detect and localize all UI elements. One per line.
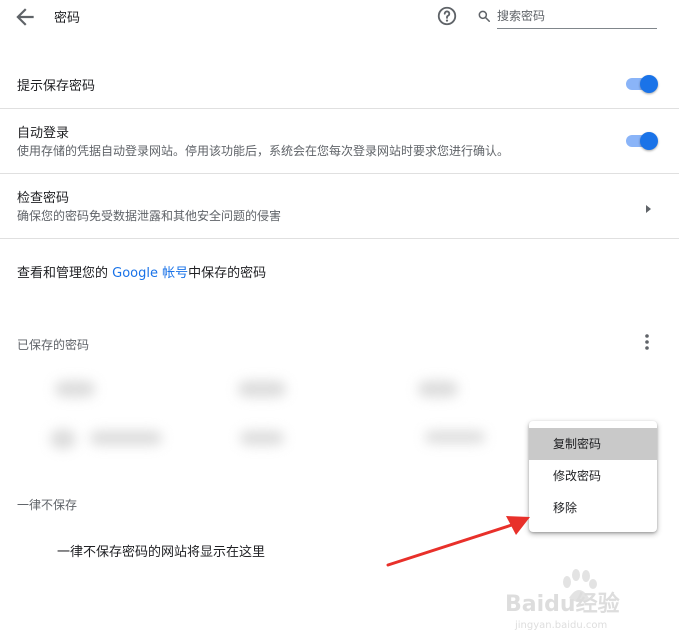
auto-signin-description: 使用存储的凭据自动登录网站。停用该功能后，系统会在您每次登录网站时要求您进行确认… bbox=[17, 144, 510, 158]
menu-item-edit-password[interactable]: 修改密码 bbox=[529, 460, 657, 492]
watermark-url: jingyan.baidu.com bbox=[515, 620, 608, 631]
help-icon[interactable] bbox=[436, 5, 458, 27]
check-passwords-label: 检查密码 bbox=[17, 191, 70, 206]
page-title: 密码 bbox=[54, 11, 81, 26]
check-passwords-row[interactable]: 检查密码 确保您的密码免受数据泄露和其他安全问题的侵害 bbox=[0, 173, 679, 239]
check-passwords-description: 确保您的密码免受数据泄露和其他安全问题的侵害 bbox=[17, 209, 282, 223]
offer-to-save-label: 提示保存密码 bbox=[17, 79, 96, 94]
google-account-link[interactable]: Google 帐号 bbox=[112, 266, 188, 281]
more-actions-icon[interactable] bbox=[638, 331, 656, 353]
baidu-watermark: Baidu经验 jingyan.baidu.com bbox=[505, 568, 675, 640]
watermark-text: Baidu经验 bbox=[505, 592, 620, 617]
manage-account-prefix: 查看和管理您的 bbox=[17, 266, 113, 281]
never-saved-empty-text: 一律不保存密码的网站将显示在这里 bbox=[57, 545, 266, 560]
back-arrow-icon[interactable] bbox=[12, 4, 38, 30]
blurred-username bbox=[240, 431, 284, 445]
blurred-site bbox=[55, 381, 95, 397]
blurred-password bbox=[425, 431, 485, 443]
manage-account-text: 查看和管理您的 Google 帐号中保存的密码 bbox=[17, 262, 266, 281]
annotation-arrow-icon bbox=[386, 516, 530, 567]
auto-signin-toggle[interactable] bbox=[626, 131, 658, 151]
context-menu: 复制密码 修改密码 移除 bbox=[529, 421, 657, 532]
search-icon bbox=[477, 8, 491, 23]
menu-item-copy-password[interactable]: 复制密码 bbox=[529, 428, 657, 460]
manage-account-suffix: 中保存的密码 bbox=[188, 266, 267, 281]
offer-to-save-row: 提示保存密码 bbox=[0, 58, 679, 109]
chevron-right-icon[interactable] bbox=[643, 200, 653, 213]
auto-signin-label: 自动登录 bbox=[17, 126, 70, 141]
blurred-password bbox=[418, 381, 458, 397]
blurred-site bbox=[90, 431, 162, 445]
blurred-favicon bbox=[50, 429, 76, 449]
blurred-username bbox=[238, 381, 286, 397]
never-saved-title: 一律不保存 bbox=[17, 498, 78, 512]
offer-to-save-toggle[interactable] bbox=[626, 74, 658, 94]
menu-item-remove[interactable]: 移除 bbox=[529, 492, 657, 524]
search-input[interactable] bbox=[497, 4, 657, 29]
saved-passwords-title: 已保存的密码 bbox=[17, 338, 90, 352]
auto-signin-row: 自动登录 使用存储的凭据自动登录网站。停用该功能后，系统会在您每次登录网站时要求… bbox=[0, 108, 679, 174]
